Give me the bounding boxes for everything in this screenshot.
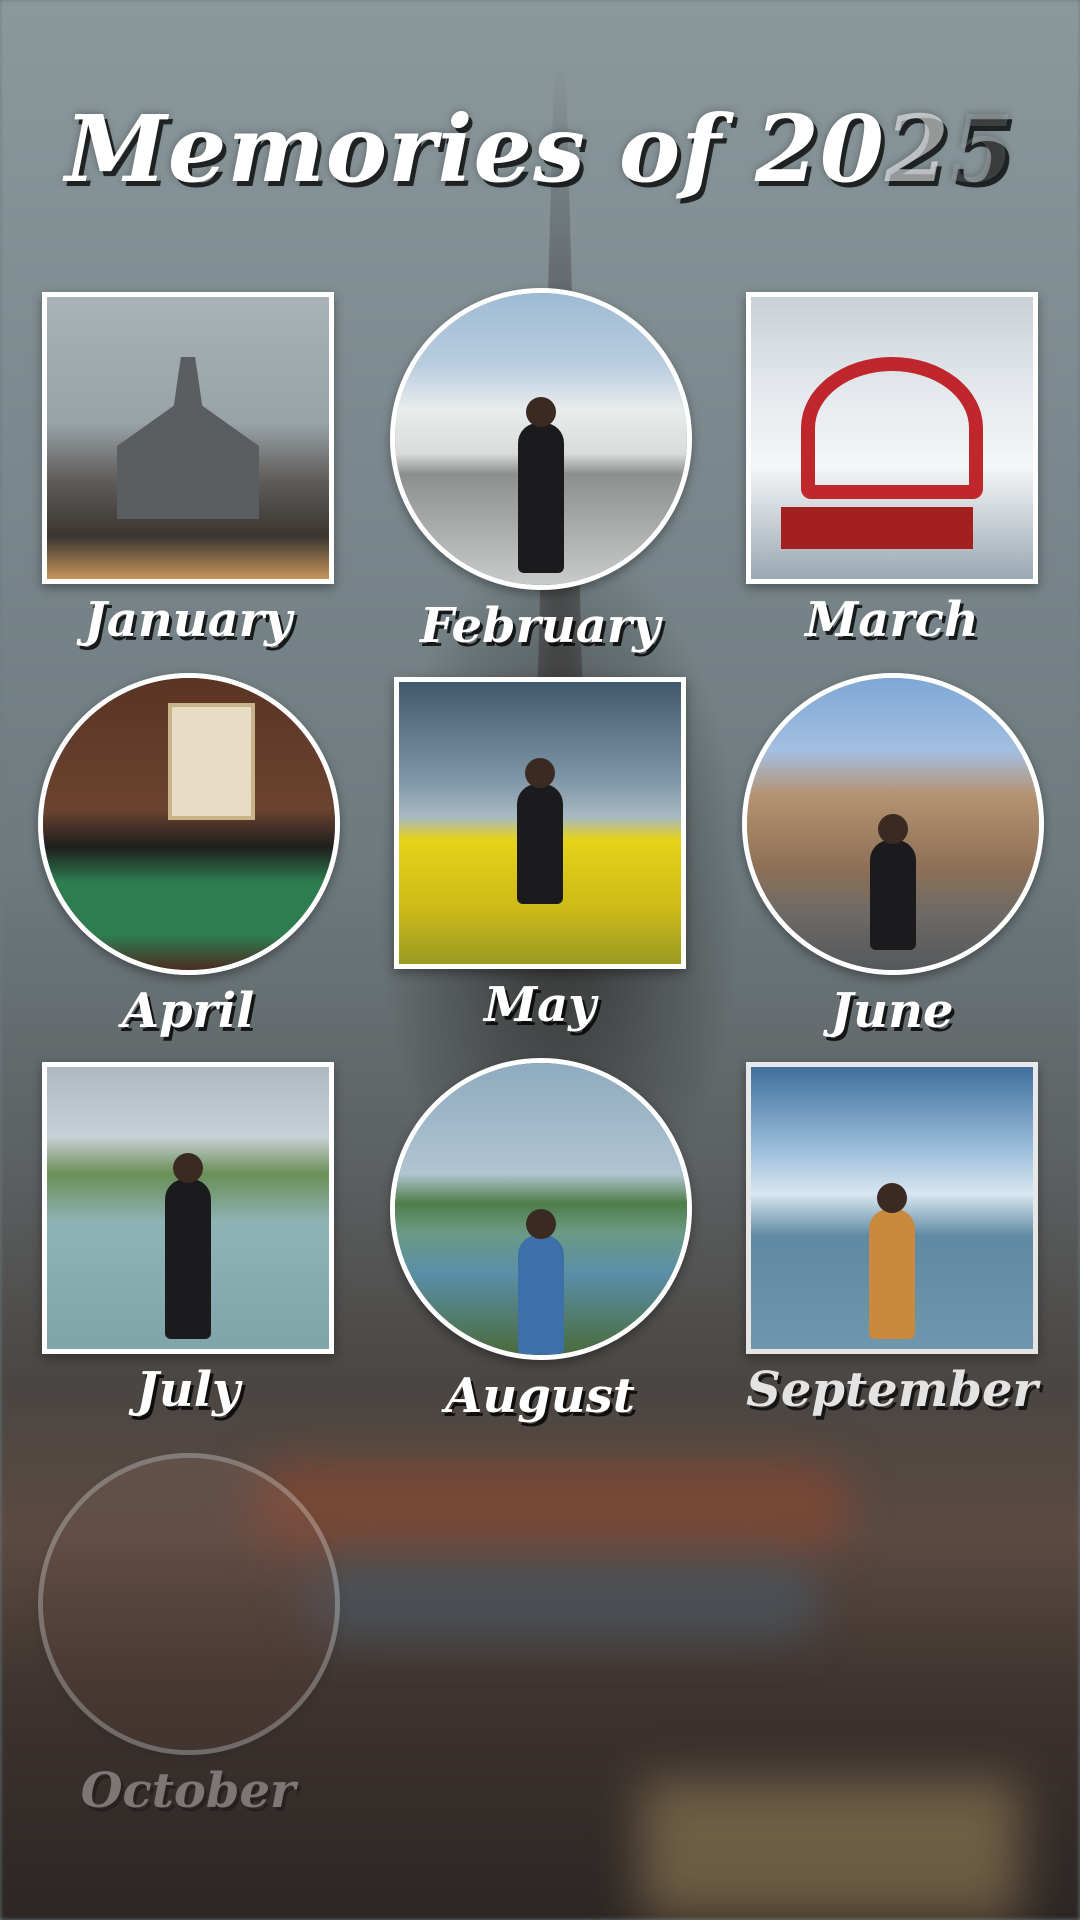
month-label: January <box>84 592 292 648</box>
photo-april <box>38 673 340 975</box>
month-cell-june: June <box>742 673 1044 1039</box>
person-figure <box>165 1153 211 1339</box>
title-faded-digit: 2 <box>884 95 950 203</box>
photo-may <box>394 677 686 969</box>
background-blur-band-2 <box>300 1560 820 1640</box>
photo-february <box>390 288 692 590</box>
person-figure <box>518 1209 564 1355</box>
month-cell-april: April <box>38 673 340 1039</box>
month-cell-february: February <box>390 288 692 654</box>
photo-june <box>742 673 1044 975</box>
person-figure <box>517 758 563 904</box>
month-label: September <box>746 1362 1038 1418</box>
month-label: July <box>136 1362 240 1418</box>
background-blur-band <box>250 1460 850 1550</box>
month-cell-july: July <box>38 1062 338 1418</box>
month-cell-january: January <box>38 292 338 648</box>
month-cell-october: October <box>38 1453 340 1819</box>
photo-january <box>42 292 334 584</box>
person-figure <box>870 814 916 950</box>
month-label: May <box>483 977 597 1033</box>
photo-july <box>42 1062 334 1354</box>
month-cell-march: March <box>742 292 1042 648</box>
month-cell-august: August <box>390 1058 692 1424</box>
month-label: March <box>805 592 979 648</box>
month-label: October <box>80 1763 296 1819</box>
month-cell-may: May <box>390 677 690 1033</box>
month-label: April <box>121 983 255 1039</box>
photo-august <box>390 1058 692 1360</box>
person-figure <box>518 397 564 573</box>
month-cell-september: September <box>742 1062 1042 1418</box>
title-main: Memories of 20 <box>65 95 885 203</box>
title-ghost-digit: 5 <box>949 95 1015 203</box>
month-label: June <box>830 983 954 1039</box>
page-title: Memories of 2025 <box>0 95 1080 203</box>
photo-october <box>38 1453 340 1755</box>
photo-september <box>746 1062 1038 1354</box>
background-glow <box>640 1780 1020 1920</box>
month-label: August <box>445 1368 635 1424</box>
month-label: February <box>419 598 661 654</box>
photo-march <box>746 292 1038 584</box>
person-figure <box>869 1183 915 1339</box>
